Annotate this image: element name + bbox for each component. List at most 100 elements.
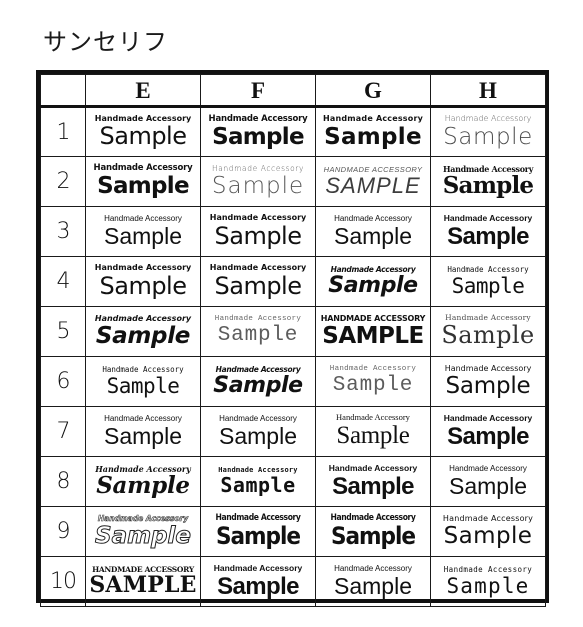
table-row: 6 Handmade Accessory Sample Handmade Access… xyxy=(40,356,546,407)
sample-word: Sample xyxy=(443,123,533,150)
font-table: E F G H 1 Handmade Accessory Sample Handmad… xyxy=(40,74,546,607)
font-sample-cell-f2[interactable]: Handmade Accessory Sample xyxy=(200,156,316,207)
font-sample-cell-e4[interactable]: Handmade Accessory Sample xyxy=(85,256,201,307)
font-sample: Handmade Accessory Sample xyxy=(202,208,315,256)
font-sample: Handmade Accessory Sample xyxy=(432,358,545,406)
sample-kicker: Handmade Accessory xyxy=(212,163,304,173)
sample-word: Sample xyxy=(332,472,414,500)
font-sample-cell-g4[interactable]: Handmade Accessory Sample xyxy=(315,256,431,307)
sample-word: Sample xyxy=(99,271,188,300)
sample-word: Sample xyxy=(211,172,305,199)
row-number: 3 xyxy=(40,206,86,257)
font-sample-cell-e1[interactable]: Handmade Accessory Sample xyxy=(85,106,201,157)
font-sample-cell-f10[interactable]: Handmade Accessory Sample xyxy=(200,556,316,607)
font-sample-cell-e10[interactable]: HANDMADE ACCESSORY SAMPLE xyxy=(85,556,201,607)
font-sample-cell-h8[interactable]: Handmade Accessory Sample xyxy=(430,456,546,507)
font-sample-cell-e2[interactable]: Handmade Accessory Sample xyxy=(85,156,201,207)
table-row: 9 Handmade Accessory Sample Handmade Access… xyxy=(40,506,546,557)
sample-kicker: Handmade Accessory xyxy=(334,213,412,223)
font-sample-cell-f5[interactable]: Handmade Accessory Sample xyxy=(200,306,316,357)
sample-kicker: Handmade Accessory xyxy=(322,114,424,124)
font-sample-cell-f4[interactable]: Handmade Accessory Sample xyxy=(200,256,316,307)
font-sample: Handmade Accessory Sample xyxy=(432,108,545,156)
font-sample-cell-e8[interactable]: Handmade Accessory Sample xyxy=(85,456,201,507)
sample-kicker: Handmade Accessory xyxy=(219,413,297,423)
table-row: 4 Handmade Accessory Sample Handmade Access… xyxy=(40,256,546,307)
font-sample-cell-g10[interactable]: Handmade Accessory Sample xyxy=(315,556,431,607)
font-sample: Handmade Accessory Sample xyxy=(87,208,200,256)
table-row: 10 HANDMADE ACCESSORY SAMPLE Handmade Acces… xyxy=(40,556,546,607)
font-sample-cell-g9[interactable]: Handmade Accessory Sample xyxy=(315,506,431,557)
font-sample-cell-g7[interactable]: Handmade Accessory Sample xyxy=(315,406,431,457)
sample-kicker: Handmade Accessory xyxy=(334,563,412,573)
font-sample: Handmade Accessory Sample xyxy=(432,208,545,256)
font-sample-cell-h9[interactable]: Handmade Accessory Sample xyxy=(430,506,546,557)
table-row: 7 Handmade Accessory Sample Handmade Access… xyxy=(40,406,546,457)
font-sample-cell-g5[interactable]: HANDMADE ACCESSORY SAMPLE xyxy=(315,306,431,357)
font-sample-cell-h6[interactable]: Handmade Accessory Sample xyxy=(430,356,546,407)
sample-kicker: HANDMADE ACCESSORY xyxy=(323,164,423,174)
sample-kicker: Handmade Accessory xyxy=(94,313,192,323)
table-row: 5 Handmade Accessory Sample Handmade Access… xyxy=(40,306,546,357)
font-sample-cell-h1[interactable]: Handmade Accessory Sample xyxy=(430,106,546,157)
font-sample: Handmade Accessory Sample xyxy=(317,208,430,256)
font-sample: Handmade Accessory Sample xyxy=(87,258,200,306)
font-sample: Handmade Accessory Sample xyxy=(202,358,315,406)
font-sample-cell-f3[interactable]: Handmade Accessory Sample xyxy=(200,206,316,257)
font-sample-cell-f7[interactable]: Handmade Accessory Sample xyxy=(200,406,316,457)
row-number: 4 xyxy=(40,256,86,307)
font-sample-cell-h4[interactable]: Handmade Accessory Sample xyxy=(430,256,546,307)
font-sample-cell-f1[interactable]: Handmade Accessory Sample xyxy=(200,106,316,157)
sample-kicker: Handmade Accessory xyxy=(214,315,302,324)
font-sample: Handmade Accessory Sample xyxy=(202,258,315,306)
font-sample-cell-e9[interactable]: Handmade Accessory Sample xyxy=(85,506,201,557)
font-sample-cell-h5[interactable]: Handmade Accessory Sample xyxy=(430,306,546,357)
sample-kicker: Handmade Accessory xyxy=(104,413,182,423)
font-sample-cell-f6[interactable]: Handmade Accessory Sample xyxy=(200,356,316,407)
font-sample: Handmade Accessory Sample xyxy=(432,408,545,456)
font-sample-cell-h7[interactable]: Handmade Accessory Sample xyxy=(430,406,546,457)
sample-word: SAMPLE xyxy=(325,173,421,199)
table-row: 1 Handmade Accessory Sample Handmade Access… xyxy=(40,106,546,157)
sample-word: Sample xyxy=(219,423,297,450)
sample-kicker: Handmade Accessory xyxy=(97,513,189,523)
table-header: E F G H xyxy=(40,74,546,108)
sample-kicker: Handmade Accessory xyxy=(336,412,410,423)
sample-kicker: Handmade Accessory xyxy=(447,265,529,275)
font-sample-cell-g3[interactable]: Handmade Accessory Sample xyxy=(315,206,431,257)
sample-word: Sample xyxy=(214,271,303,300)
font-sample-cell-e3[interactable]: Handmade Accessory Sample xyxy=(85,206,201,257)
table-row: 8 Handmade Accessory Sample Handmade Access… xyxy=(40,456,546,507)
font-sample-cell-g8[interactable]: Handmade Accessory Sample xyxy=(315,456,431,507)
font-sample: HANDMADE ACCESSORY SAMPLE xyxy=(317,308,430,356)
font-sample-cell-h10[interactable]: Handmade Accessory Sample xyxy=(430,556,546,607)
font-sample-cell-e5[interactable]: Handmade Accessory Sample xyxy=(85,306,201,357)
sample-kicker: Handmade Accessory xyxy=(449,463,527,473)
font-sample-cell-h2[interactable]: Handmade Accessory Sample xyxy=(430,156,546,207)
table-body: 1 Handmade Accessory Sample Handmade Access… xyxy=(40,106,546,607)
sample-word: Sample xyxy=(95,323,191,350)
font-sample-cell-e7[interactable]: Handmade Accessory Sample xyxy=(85,406,201,457)
font-sample-cell-h3[interactable]: Handmade Accessory Sample xyxy=(430,206,546,257)
font-sample-cell-f9[interactable]: Handmade Accessory Sample xyxy=(200,506,316,557)
row-number: 9 xyxy=(40,506,86,557)
row-number: 5 xyxy=(40,306,86,357)
sample-word: Sample xyxy=(334,573,412,600)
sample-word: Sample xyxy=(217,323,299,347)
sample-kicker: Handmade Accessory xyxy=(213,562,303,573)
font-sample-cell-e6[interactable]: Handmade Accessory Sample xyxy=(85,356,201,407)
row-number: 2 xyxy=(40,156,86,207)
sample-word: Sample xyxy=(446,573,530,598)
row-number: 8 xyxy=(40,456,86,507)
sample-kicker: Handmade Accessory xyxy=(93,163,193,174)
table-row: 2 Handmade Accessory Sample Handmade Access… xyxy=(40,156,546,207)
row-number: 10 xyxy=(40,556,86,607)
font-sample-cell-g6[interactable]: Handmade Accessory Sample xyxy=(315,356,431,407)
font-specimen-table: E F G H 1 Handmade Accessory Sample Handmad… xyxy=(36,70,549,607)
font-sample: HANDMADE ACCESSORY SAMPLE xyxy=(317,158,430,206)
font-sample-cell-g1[interactable]: Handmade Accessory Sample xyxy=(315,106,431,157)
font-sample-cell-g2[interactable]: HANDMADE ACCESSORY SAMPLE xyxy=(315,156,431,207)
font-sample: Handmade Accessory Sample xyxy=(87,508,200,556)
font-sample-cell-f8[interactable]: Handmade Accessory Sample xyxy=(200,456,316,507)
font-sample: HANDMADE ACCESSORY SAMPLE xyxy=(87,558,200,606)
